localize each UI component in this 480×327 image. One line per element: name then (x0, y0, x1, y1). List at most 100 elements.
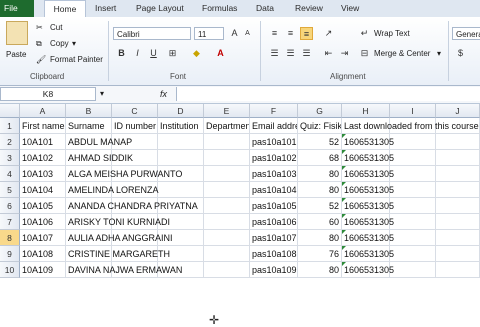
cell-g9[interactable]: 76 (298, 246, 342, 262)
cell-e2[interactable] (204, 134, 250, 150)
cell-i9[interactable] (390, 246, 436, 262)
cell-b3[interactable]: AHMAD SIDDIK (66, 150, 133, 166)
tab-review[interactable]: Review (295, 0, 323, 17)
cell-b9[interactable]: CRISTINE MARGARETH (66, 246, 170, 262)
cell-h2[interactable]: 1606531305 (342, 134, 394, 150)
fill-color-icon[interactable]: ◆ (190, 47, 203, 60)
cell-g2[interactable]: 52 (298, 134, 342, 150)
cell-g8[interactable]: 80 (298, 230, 342, 246)
merge-center-button[interactable]: Merge & Center (374, 49, 430, 58)
cell-e9[interactable] (204, 246, 250, 262)
cell-e6[interactable] (204, 198, 250, 214)
merge-dropdown-icon[interactable]: ▾ (437, 49, 441, 58)
column-header-b[interactable]: B (66, 104, 112, 118)
cell-g4[interactable]: 80 (298, 166, 342, 182)
font-size-select[interactable]: 11 (194, 27, 224, 40)
formula-input[interactable] (176, 87, 480, 101)
cell-b7[interactable]: ARISKY TONI KURNIADI (66, 214, 170, 230)
font-name-select[interactable]: Calibri (113, 27, 191, 40)
cell-b1[interactable]: Surname (66, 118, 112, 134)
cell-j8[interactable] (436, 230, 480, 246)
align-right-icon[interactable]: ☰ (300, 47, 313, 60)
cell-j3[interactable] (436, 150, 480, 166)
cell-j4[interactable] (436, 166, 480, 182)
cell-b5[interactable]: AMELINDA LORENZA (66, 182, 159, 198)
cell-g6[interactable]: 52 (298, 198, 342, 214)
row-header-4[interactable]: 4 (0, 166, 20, 182)
decrease-indent-icon[interactable]: ⇤ (322, 47, 335, 60)
insert-function-button[interactable]: fx (160, 87, 167, 101)
align-top-icon[interactable]: ≡ (268, 27, 281, 40)
orientation-icon[interactable]: ↗ (322, 27, 335, 40)
cell-i10[interactable] (390, 262, 436, 278)
column-header-e[interactable]: E (204, 104, 250, 118)
cell-h9[interactable]: 1606531305 (342, 246, 394, 262)
underline-button[interactable]: U (147, 47, 160, 60)
name-box[interactable]: K8 (0, 87, 96, 101)
cell-j10[interactable] (436, 262, 480, 278)
tab-insert[interactable]: Insert (95, 0, 116, 17)
italic-button[interactable]: I (131, 47, 144, 60)
cell-h5[interactable]: 1606531305 (342, 182, 394, 198)
tab-view[interactable]: View (341, 0, 359, 17)
cell-h10[interactable]: 1606531305 (342, 262, 394, 278)
row-header-3[interactable]: 3 (0, 150, 20, 166)
cell-f5[interactable]: pas10a104 (250, 182, 298, 198)
cell-i7[interactable] (390, 214, 436, 230)
cell-j6[interactable] (436, 198, 480, 214)
grow-font-icon[interactable]: A (228, 27, 241, 40)
cell-a10[interactable]: 10A109 (20, 262, 66, 278)
cell-i8[interactable] (390, 230, 436, 246)
cell-b6[interactable]: ANANDA CHANDRA PRIYATNA (66, 198, 198, 214)
cell-i6[interactable] (390, 198, 436, 214)
cell-a1[interactable]: First name (20, 118, 66, 134)
cell-f8[interactable]: pas10a107 (250, 230, 298, 246)
cell-f7[interactable]: pas10a106 (250, 214, 298, 230)
cell-b10[interactable]: DAVINA NAJWA ERMAWAN (66, 262, 182, 278)
bold-button[interactable]: B (115, 47, 128, 60)
cell-a4[interactable]: 10A103 (20, 166, 66, 182)
name-box-dropdown-icon[interactable]: ▾ (100, 89, 104, 98)
column-header-i[interactable]: I (390, 104, 436, 118)
cell-d2[interactable] (158, 134, 204, 150)
cell-e8[interactable] (204, 230, 250, 246)
paste-button[interactable]: Paste (6, 50, 26, 59)
cell-h3[interactable]: 1606531305 (342, 150, 394, 166)
row-header-6[interactable]: 6 (0, 198, 20, 214)
copy-dropdown-icon[interactable]: ▾ (72, 39, 76, 48)
row-header-10[interactable]: 10 (0, 262, 20, 278)
cell-a3[interactable]: 10A102 (20, 150, 66, 166)
cell-a7[interactable]: 10A106 (20, 214, 66, 230)
cell-e10[interactable] (204, 262, 250, 278)
wrap-text-button[interactable]: Wrap Text (374, 29, 410, 38)
cell-j2[interactable] (436, 134, 480, 150)
currency-icon[interactable]: $ (454, 47, 467, 60)
tab-page-layout[interactable]: Page Layout (136, 0, 184, 17)
cell-b2[interactable]: ABDUL MANAP (66, 134, 132, 150)
column-header-f[interactable]: F (250, 104, 298, 118)
cell-g5[interactable]: 80 (298, 182, 342, 198)
cell-a2[interactable]: 10A101 (20, 134, 66, 150)
font-color-icon[interactable]: A (214, 47, 227, 60)
cell-d5[interactable] (158, 182, 204, 198)
cell-e7[interactable] (204, 214, 250, 230)
cell-h1[interactable]: Last downloaded from this course (342, 118, 479, 134)
cell-e5[interactable] (204, 182, 250, 198)
cell-h6[interactable]: 1606531305 (342, 198, 394, 214)
cell-f6[interactable]: pas10a105 (250, 198, 298, 214)
cell-f9[interactable]: pas10a108 (250, 246, 298, 262)
align-middle-icon[interactable]: ≡ (284, 27, 297, 40)
cell-g1[interactable]: Quiz: Fisika (298, 118, 342, 134)
cell-h8[interactable]: 1606531305 (342, 230, 394, 246)
number-format-select[interactable]: Genera (452, 27, 480, 40)
cell-a5[interactable]: 10A104 (20, 182, 66, 198)
row-header-5[interactable]: 5 (0, 182, 20, 198)
cell-a9[interactable]: 10A108 (20, 246, 66, 262)
cell-e1[interactable]: Department (204, 118, 250, 134)
cell-j7[interactable] (436, 214, 480, 230)
cell-h4[interactable]: 1606531305 (342, 166, 394, 182)
shrink-font-icon[interactable]: A (241, 27, 254, 40)
row-header-2[interactable]: 2 (0, 134, 20, 150)
cell-i5[interactable] (390, 182, 436, 198)
cell-f3[interactable]: pas10a102 (250, 150, 298, 166)
